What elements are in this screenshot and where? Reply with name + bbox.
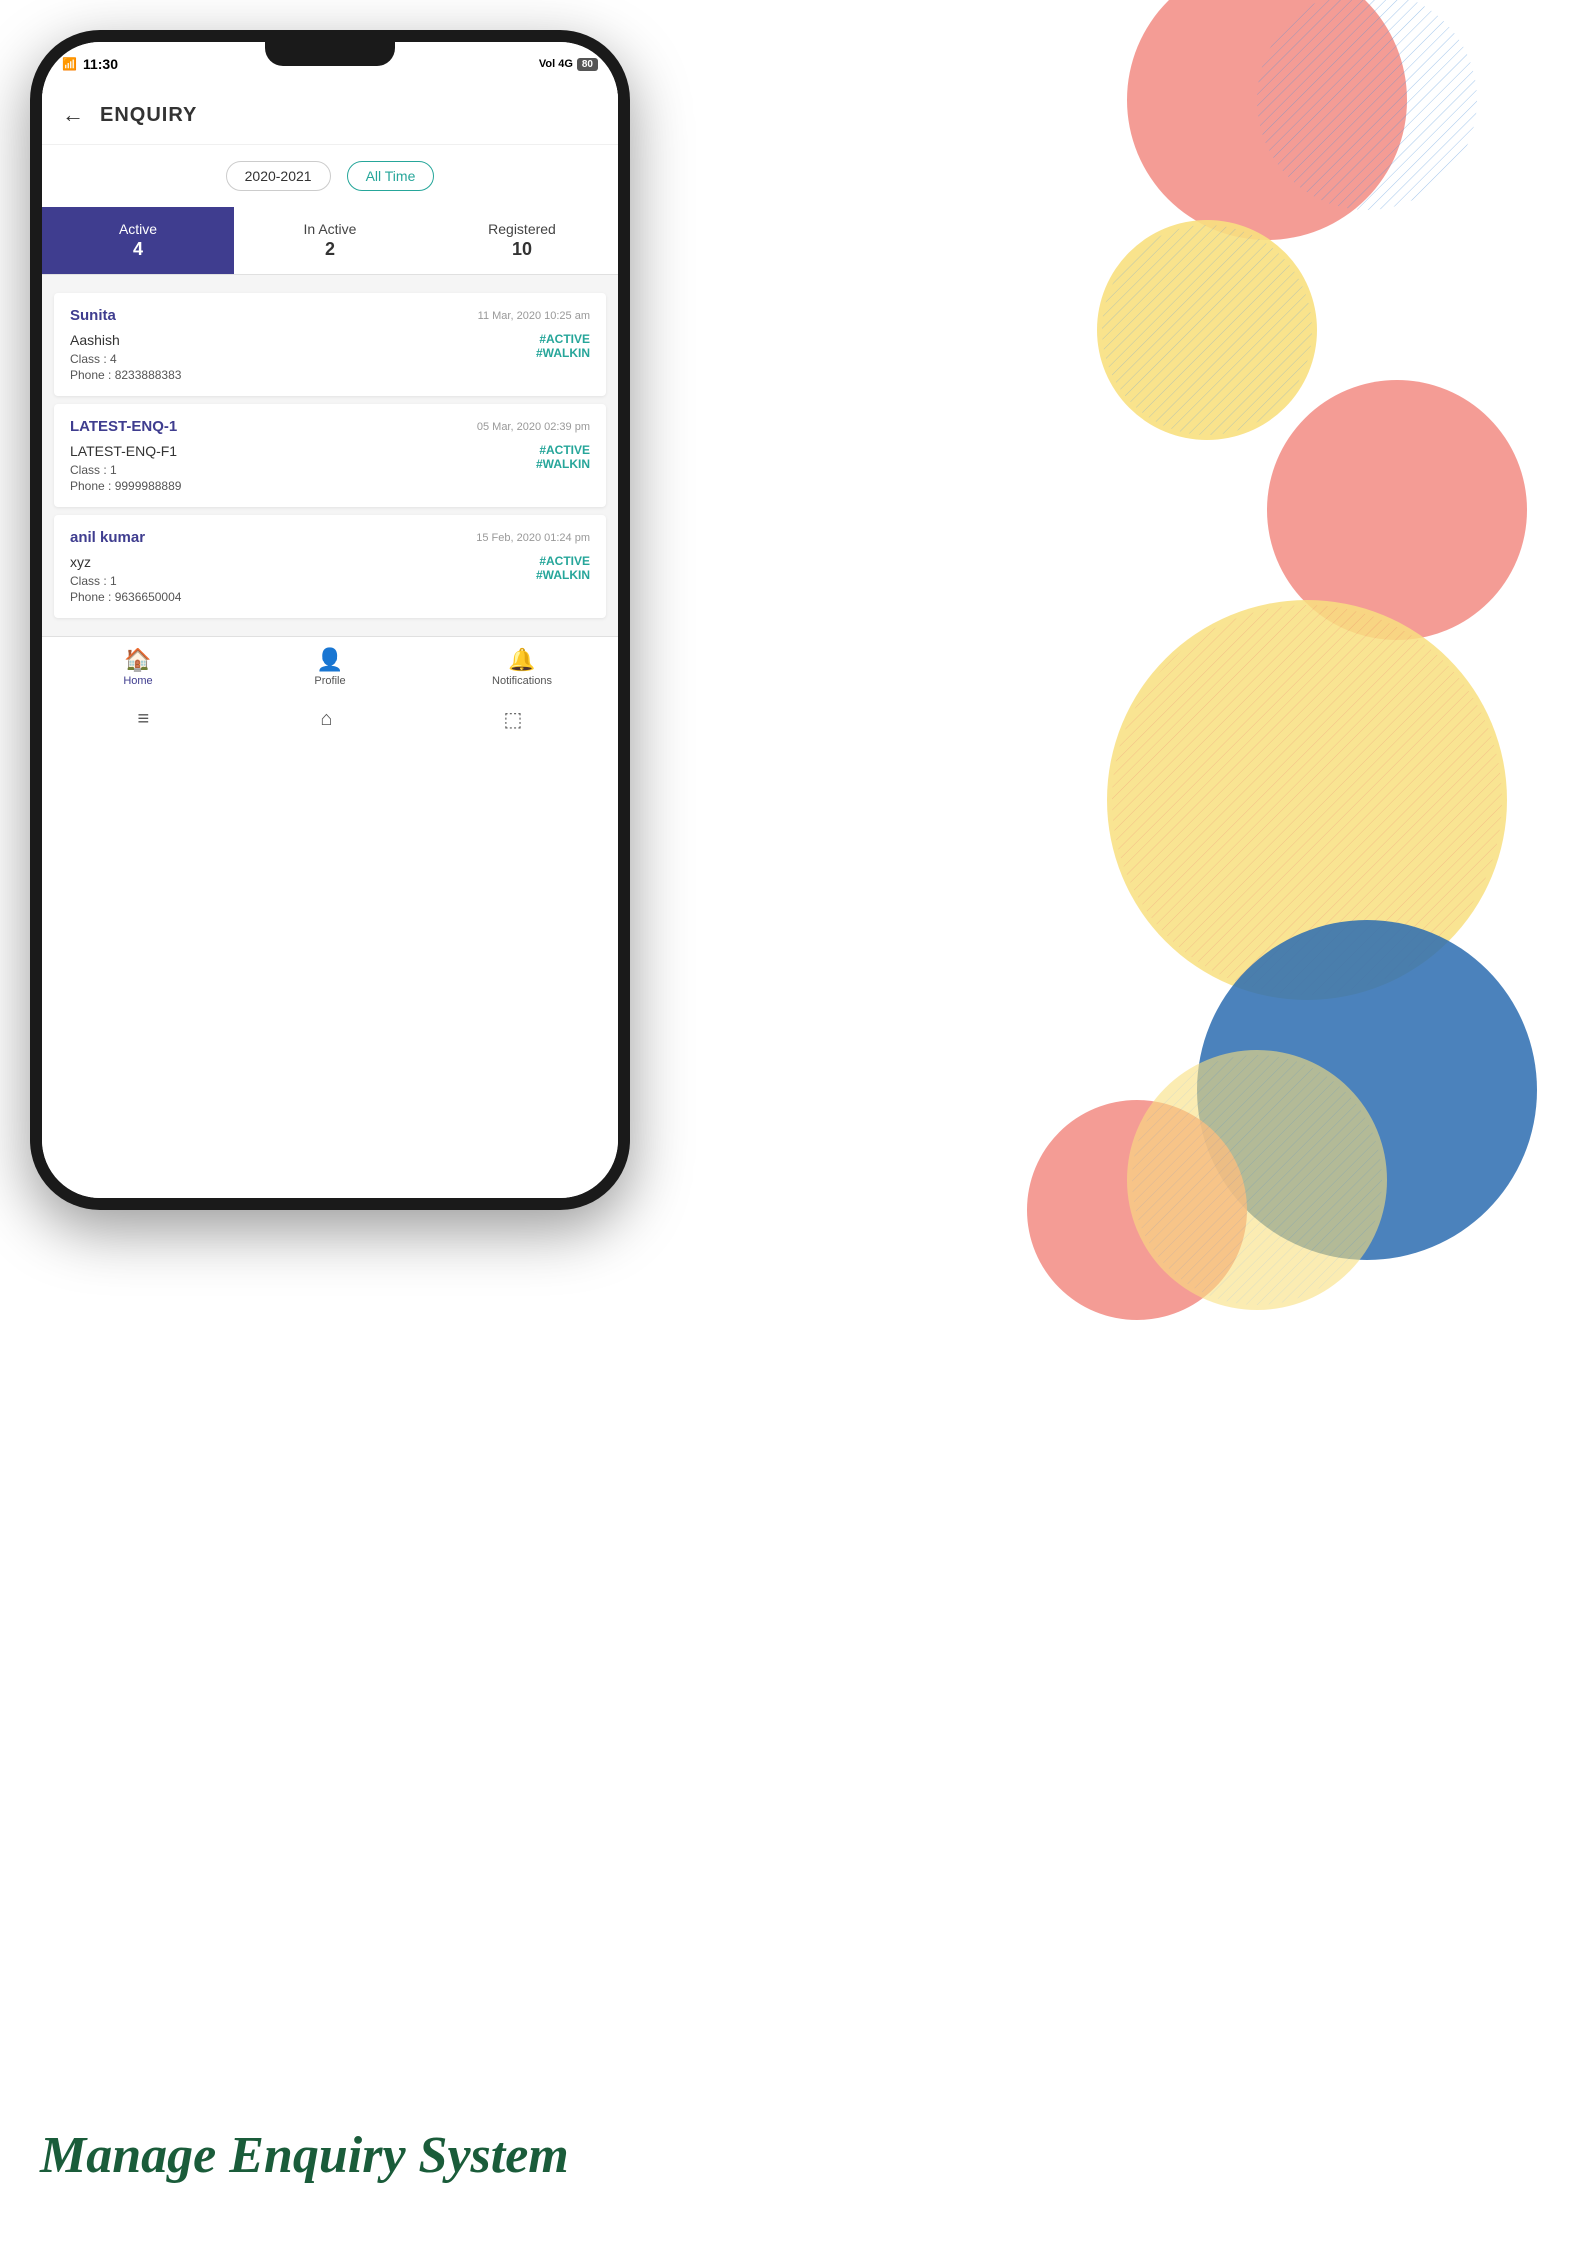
card-3-name: anil kumar	[70, 529, 145, 546]
phone-device: 📶 11:30 Vol 4G 80 ← ENQUIRY	[30, 30, 630, 1210]
card-2-subname: LATEST-ENQ-F1	[70, 443, 536, 459]
network-label: Vol 4G	[539, 58, 573, 70]
app-header: ← ENQUIRY	[42, 86, 618, 145]
back-button[interactable]: ←	[62, 102, 84, 128]
tab-inactive[interactable]: In Active 2	[234, 207, 426, 274]
card-3-tag1: #ACTIVE	[536, 554, 590, 568]
nav-notifications[interactable]: 🔔 Notifications	[426, 647, 618, 687]
time-filter[interactable]: All Time	[347, 161, 435, 191]
bottom-nav: 🏠 Home 👤 Profile 🔔 Notifications	[42, 636, 618, 697]
card-1-date: 11 Mar, 2020 10:25 am	[478, 310, 590, 322]
card-3-tag2: #WALKIN	[536, 568, 590, 582]
enquiry-card-3[interactable]: anil kumar 15 Feb, 2020 01:24 pm xyz Cla…	[54, 515, 606, 618]
card-2-phone: Phone : 9999988889	[70, 479, 536, 493]
card-1-tag1: #ACTIVE	[536, 332, 590, 346]
card-2-class: Class : 1	[70, 463, 536, 477]
tab-active-count: 4	[50, 239, 226, 260]
tab-registered-label: Registered	[434, 221, 610, 237]
year-filter[interactable]: 2020-2021	[226, 161, 331, 191]
app-content: ← ENQUIRY 2020-2021 All Time Active 4 In…	[42, 86, 618, 1198]
card-3-date: 15 Feb, 2020 01:24 pm	[476, 532, 590, 544]
notifications-icon: 🔔	[426, 647, 618, 673]
card-2-date: 05 Mar, 2020 02:39 pm	[477, 421, 590, 433]
nav-profile-label: Profile	[234, 675, 426, 687]
battery-display: 80	[577, 58, 598, 71]
tab-registered-count: 10	[434, 239, 610, 260]
card-1-subname: Aashish	[70, 332, 536, 348]
home-icon: 🏠	[42, 647, 234, 673]
enquiry-card-1[interactable]: Sunita 11 Mar, 2020 10:25 am Aashish Cla…	[54, 293, 606, 396]
page-title: ENQUIRY	[100, 104, 197, 127]
card-2-tag1: #ACTIVE	[536, 443, 590, 457]
card-1-name: Sunita	[70, 307, 116, 324]
signal-icon: 📶	[62, 57, 77, 71]
nav-profile[interactable]: 👤 Profile	[234, 647, 426, 687]
filter-row: 2020-2021 All Time	[42, 145, 618, 207]
enquiry-card-2[interactable]: LATEST-ENQ-1 05 Mar, 2020 02:39 pm LATES…	[54, 404, 606, 507]
back-nav-icon[interactable]: ⬚	[504, 707, 523, 732]
deco-circle-dots-1	[1247, 0, 1487, 220]
tab-active[interactable]: Active 4	[42, 207, 234, 274]
deco-circle-yellow-3	[1127, 1050, 1387, 1310]
card-1-phone: Phone : 8233888383	[70, 368, 536, 382]
android-nav: ≡ ⌂ ⬚	[42, 697, 618, 741]
enquiry-list: Sunita 11 Mar, 2020 10:25 am Aashish Cla…	[42, 275, 618, 636]
home-nav-icon[interactable]: ⌂	[320, 708, 332, 731]
card-1-tag2: #WALKIN	[536, 346, 590, 360]
tab-active-label: Active	[50, 221, 226, 237]
tagline: Manage Enquiry System	[40, 2126, 569, 2185]
tab-inactive-label: In Active	[242, 221, 418, 237]
card-3-subname: xyz	[70, 554, 536, 570]
card-3-phone: Phone : 9636650004	[70, 590, 536, 604]
menu-nav-icon[interactable]: ≡	[138, 708, 150, 731]
card-3-class: Class : 1	[70, 574, 536, 588]
tab-registered[interactable]: Registered 10	[426, 207, 618, 274]
time-display: 11:30	[83, 56, 118, 72]
nav-notifications-label: Notifications	[426, 675, 618, 687]
nav-home-label: Home	[42, 675, 234, 687]
phone-notch	[265, 42, 395, 66]
nav-home[interactable]: 🏠 Home	[42, 647, 234, 687]
tab-inactive-count: 2	[242, 239, 418, 260]
card-2-name: LATEST-ENQ-1	[70, 418, 177, 435]
tabs-row: Active 4 In Active 2 Registered 10	[42, 207, 618, 275]
profile-icon: 👤	[234, 647, 426, 673]
deco-circle-yellow-1	[1097, 220, 1317, 440]
card-2-tag2: #WALKIN	[536, 457, 590, 471]
card-1-class: Class : 4	[70, 352, 536, 366]
